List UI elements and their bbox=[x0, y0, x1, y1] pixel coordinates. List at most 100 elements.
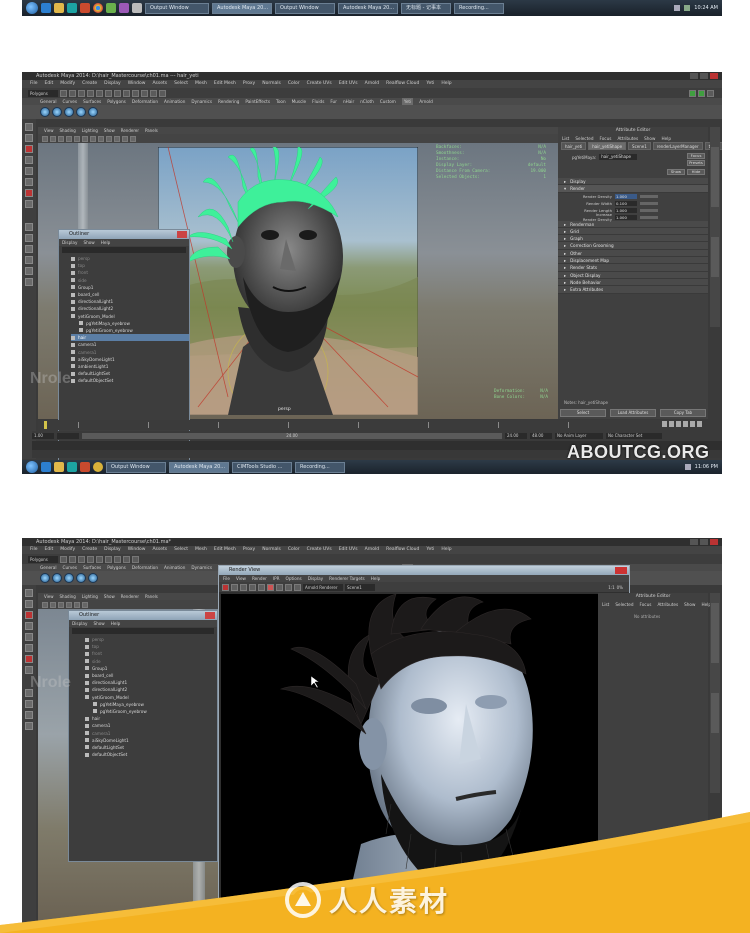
app-icon[interactable] bbox=[106, 3, 116, 13]
ae-tab[interactable]: Scene1 bbox=[628, 142, 651, 150]
shelf-tab[interactable]: Dynamics bbox=[191, 98, 212, 105]
clock[interactable]: 11:06 PM bbox=[695, 464, 718, 470]
outliner-item[interactable]: Group1 bbox=[71, 284, 189, 291]
render-settings-icon[interactable] bbox=[159, 89, 166, 97]
bookmark-icon[interactable] bbox=[58, 135, 64, 142]
shelf-tab[interactable]: Animation bbox=[164, 564, 185, 571]
outliner-item[interactable]: directionalLight2 bbox=[71, 305, 189, 312]
window-controls[interactable] bbox=[690, 73, 718, 79]
menu-edit-mesh[interactable]: Edit Mesh bbox=[214, 80, 236, 88]
outliner-item[interactable]: directionalLight1 bbox=[71, 298, 189, 305]
menu-proxy[interactable]: Proxy bbox=[243, 80, 255, 88]
taskbar-button[interactable]: Autodesk Maya 20... bbox=[212, 2, 272, 14]
render-icon[interactable] bbox=[114, 555, 121, 563]
keep-image-icon[interactable] bbox=[285, 583, 292, 591]
shelf-tab[interactable]: Arnold bbox=[419, 98, 433, 105]
remove-image-icon[interactable] bbox=[294, 583, 301, 591]
open-scene-icon[interactable] bbox=[69, 89, 76, 97]
menu-realflow[interactable]: Realflow Cloud bbox=[386, 80, 419, 88]
menu-normals[interactable]: Normals bbox=[262, 546, 281, 554]
attr-slider[interactable] bbox=[640, 215, 658, 219]
layout-render-icon[interactable] bbox=[25, 278, 33, 286]
show-button[interactable]: Show bbox=[667, 169, 685, 175]
ae-menu-focus[interactable]: Focus bbox=[599, 135, 611, 142]
outliner-item[interactable]: board_cell bbox=[71, 291, 189, 298]
paint-select-icon[interactable] bbox=[25, 611, 33, 619]
menu-create-uvs[interactable]: Create UVs bbox=[307, 546, 332, 554]
render-region-icon[interactable] bbox=[249, 583, 256, 591]
chrome-icon[interactable] bbox=[93, 462, 103, 472]
shelf-tab[interactable]: Custom bbox=[380, 98, 396, 105]
image-plane-icon[interactable] bbox=[66, 135, 72, 142]
new-scene-icon[interactable] bbox=[60, 555, 67, 563]
taskbar-button[interactable]: Output Window bbox=[106, 461, 166, 473]
select-button[interactable]: Select bbox=[560, 409, 606, 417]
yeti-groom-icon[interactable] bbox=[52, 107, 62, 117]
taskbar-button[interactable]: Autodesk Maya 20... bbox=[338, 2, 398, 14]
textured-icon[interactable] bbox=[98, 135, 104, 142]
mode-dropdown[interactable]: Polygons bbox=[28, 555, 58, 563]
ae-menu-selected[interactable]: Selected bbox=[575, 135, 593, 142]
ae-menu-help[interactable]: Help bbox=[661, 135, 671, 142]
taskbar-button[interactable]: Output Window bbox=[145, 2, 209, 14]
yeti-graph-icon[interactable] bbox=[76, 573, 86, 583]
ae-section[interactable]: ▸ Extra Attributes bbox=[558, 286, 708, 294]
presets-button[interactable]: Presets bbox=[687, 160, 705, 166]
outliner-item[interactable]: front bbox=[85, 650, 217, 657]
outliner-menu-display[interactable]: Display bbox=[72, 620, 87, 627]
menu-display[interactable]: Display bbox=[104, 80, 121, 88]
yeti-groom-icon[interactable] bbox=[52, 573, 62, 583]
attr-field[interactable]: 1.000 bbox=[615, 214, 637, 220]
ae-section-open[interactable]: ▾ Render bbox=[558, 185, 708, 193]
folder-icon[interactable] bbox=[54, 3, 64, 13]
layout-outliner-icon[interactable] bbox=[25, 245, 33, 253]
camera-select-icon[interactable] bbox=[42, 135, 48, 142]
smooth-shade-icon[interactable] bbox=[74, 601, 80, 608]
outliner-item[interactable]: defaultLightSet bbox=[71, 370, 189, 377]
start-orb-icon[interactable] bbox=[26, 2, 38, 14]
shelf-tab[interactable]: Animation bbox=[164, 98, 185, 105]
tray-icon[interactable] bbox=[684, 464, 691, 470]
rv-menu-options[interactable]: Options bbox=[286, 575, 302, 582]
outliner-item[interactable]: defaultLightSet bbox=[85, 744, 217, 751]
ae-menu-list[interactable]: List bbox=[562, 135, 569, 142]
manipulator-icon[interactable] bbox=[25, 655, 33, 663]
clock[interactable]: 10:24 AM bbox=[694, 5, 718, 11]
new-scene-icon[interactable] bbox=[60, 89, 67, 97]
menu-edit[interactable]: Edit bbox=[45, 546, 54, 554]
menu-select[interactable]: Select bbox=[174, 546, 188, 554]
vp-menu-show[interactable]: Show bbox=[104, 127, 115, 134]
menu-mesh[interactable]: Mesh bbox=[195, 546, 207, 554]
rv-menu-render[interactable]: Render bbox=[252, 575, 267, 582]
outliner-item[interactable]: defaultObjectSet bbox=[85, 751, 217, 758]
menu-assets[interactable]: Assets bbox=[152, 80, 167, 88]
side-tab[interactable] bbox=[711, 603, 719, 663]
shelf-tab[interactable]: nCloth bbox=[360, 98, 374, 105]
vp-menu-renderer[interactable]: Renderer bbox=[121, 593, 139, 600]
alpha-channel-icon[interactable] bbox=[276, 583, 283, 591]
app2-icon[interactable] bbox=[119, 3, 129, 13]
layout-four-icon[interactable] bbox=[25, 700, 33, 708]
vp-menu-lighting[interactable]: Lighting bbox=[82, 127, 98, 134]
anim-layer-dropdown[interactable]: No Anim Layer bbox=[555, 432, 603, 439]
play-back-icon[interactable] bbox=[676, 421, 681, 427]
lasso-tool-icon[interactable] bbox=[25, 600, 33, 608]
camera-attr-icon[interactable] bbox=[50, 601, 56, 608]
minimize-icon[interactable] bbox=[690, 73, 698, 79]
grid-icon[interactable] bbox=[74, 135, 80, 142]
shelf-tab[interactable]: Dynamics bbox=[191, 564, 212, 571]
outliner-item[interactable]: Group1 bbox=[85, 665, 217, 672]
rgb-channel-icon[interactable] bbox=[267, 583, 274, 591]
menu-color[interactable]: Color bbox=[288, 546, 300, 554]
attr-slider[interactable] bbox=[640, 201, 658, 205]
rotate-tool-icon[interactable] bbox=[25, 633, 33, 641]
menu-modify[interactable]: Modify bbox=[60, 80, 75, 88]
lasso-tool-icon[interactable] bbox=[25, 134, 33, 142]
shelf-tab[interactable]: Surfaces bbox=[83, 564, 101, 571]
wireframe-icon[interactable] bbox=[66, 601, 72, 608]
menu-yeti[interactable]: Yeti bbox=[426, 546, 434, 554]
xray-icon[interactable] bbox=[130, 135, 136, 142]
attribute-editor-toggle-icon[interactable] bbox=[689, 89, 696, 97]
outliner-item[interactable]: pgYetiMaya_eyebrow bbox=[85, 701, 217, 708]
outliner-titlebar[interactable]: Outliner bbox=[69, 611, 217, 620]
